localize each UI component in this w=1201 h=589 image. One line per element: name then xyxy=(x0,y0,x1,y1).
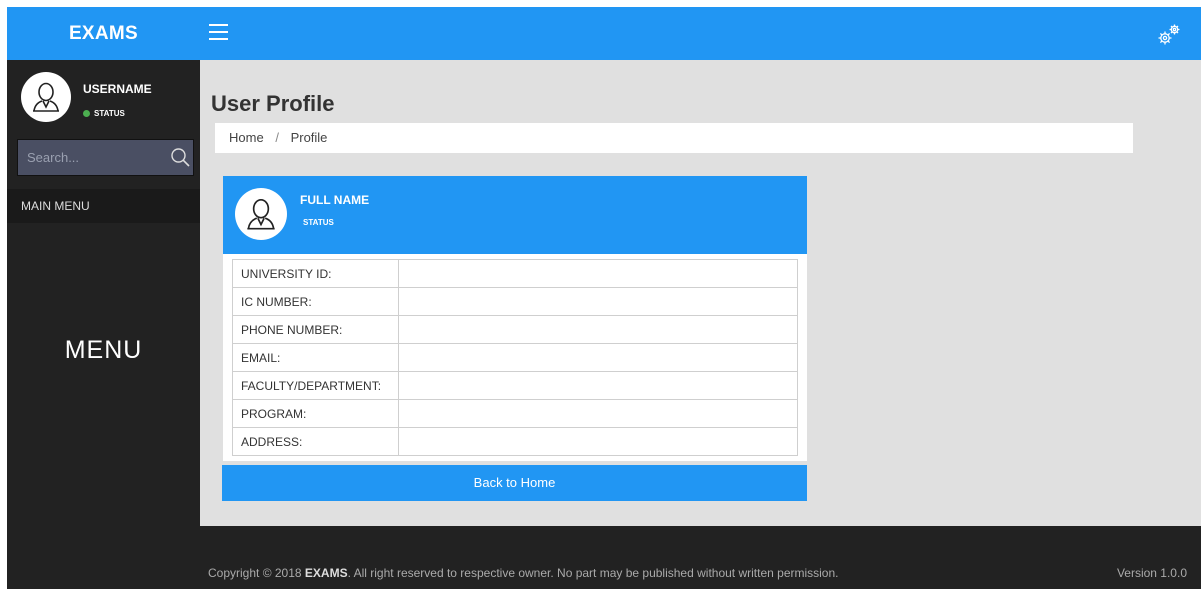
field-label: PHONE NUMBER: xyxy=(232,315,399,344)
copyright-text: Copyright © 2018 EXAMS. All right reserv… xyxy=(208,566,839,580)
field-label: UNIVERSITY ID: xyxy=(232,259,399,288)
field-label: FACULTY/DEPARTMENT: xyxy=(232,371,399,400)
field-label: IC NUMBER: xyxy=(232,287,399,316)
field-value xyxy=(398,259,798,288)
user-avatar-icon[interactable] xyxy=(21,72,71,122)
sidebar-username: USERNAME xyxy=(83,82,152,96)
sidebar-status-label: STATUS xyxy=(94,109,125,118)
search-input[interactable] xyxy=(18,140,163,175)
app-window: EXAMS USERNAME STATUS Search... MAIN MEN… xyxy=(7,7,1201,589)
field-value xyxy=(398,315,798,344)
main-menu-header: MAIN MENU xyxy=(7,189,200,223)
breadcrumb-home-link[interactable]: Home xyxy=(229,130,264,145)
breadcrumb-current: Profile xyxy=(290,130,328,145)
breadcrumb: Home / Profile xyxy=(215,123,1133,153)
back-to-home-button[interactable]: Back to Home xyxy=(222,465,807,501)
field-value xyxy=(398,343,798,372)
table-row: PROGRAM: xyxy=(232,399,798,428)
field-value xyxy=(398,427,798,456)
field-value xyxy=(398,287,798,316)
main-content: User Profile Home / Profile FULL NAME ST… xyxy=(200,60,1201,526)
copyright-suffix: . All right reserved to respective owner… xyxy=(347,566,839,580)
table-row: PHONE NUMBER: xyxy=(232,315,798,344)
profile-full-name: FULL NAME xyxy=(300,193,370,207)
gears-icon[interactable] xyxy=(1155,21,1183,49)
status-dot-icon xyxy=(83,110,90,117)
field-label: EMAIL: xyxy=(232,343,399,372)
table-row: IC NUMBER: xyxy=(232,287,798,316)
field-label: PROGRAM: xyxy=(232,399,399,428)
table-row: ADDRESS: xyxy=(232,427,798,456)
top-bar: EXAMS xyxy=(7,7,1201,60)
brand-logo[interactable]: EXAMS xyxy=(7,7,200,60)
copyright-brand: EXAMS xyxy=(304,566,348,580)
sidebar-search xyxy=(17,139,194,176)
profile-info-table: UNIVERSITY ID: IC NUMBER: PHONE NUMBER: … xyxy=(232,259,798,456)
field-label: ADDRESS: xyxy=(232,427,399,456)
profile-status: STATUS xyxy=(303,218,334,227)
field-value xyxy=(398,371,798,400)
breadcrumb-separator: / xyxy=(275,130,279,145)
copyright-prefix: Copyright © 2018 xyxy=(208,566,305,580)
search-icon[interactable] xyxy=(170,147,190,167)
sidebar-user-block: USERNAME STATUS xyxy=(7,60,200,140)
table-row: UNIVERSITY ID: xyxy=(232,259,798,288)
profile-card: FULL NAME STATUS UNIVERSITY ID: IC NUMBE… xyxy=(223,176,807,461)
page-title: User Profile xyxy=(211,91,335,116)
table-row: EMAIL: xyxy=(232,343,798,372)
profile-avatar-icon xyxy=(235,188,287,240)
version-label: Version 1.0.0 xyxy=(1116,566,1187,580)
menu-placeholder-label: MENU xyxy=(64,336,143,364)
footer: Copyright © 2018 EXAMS. All right reserv… xyxy=(200,526,1201,589)
field-value xyxy=(398,399,798,428)
sidebar: USERNAME STATUS MAIN MENU MENU xyxy=(7,60,200,589)
hamburger-icon[interactable] xyxy=(209,24,228,40)
table-row: FACULTY/DEPARTMENT: xyxy=(232,371,798,400)
profile-card-header: FULL NAME STATUS xyxy=(223,176,807,254)
sidebar-status: STATUS xyxy=(83,109,125,118)
